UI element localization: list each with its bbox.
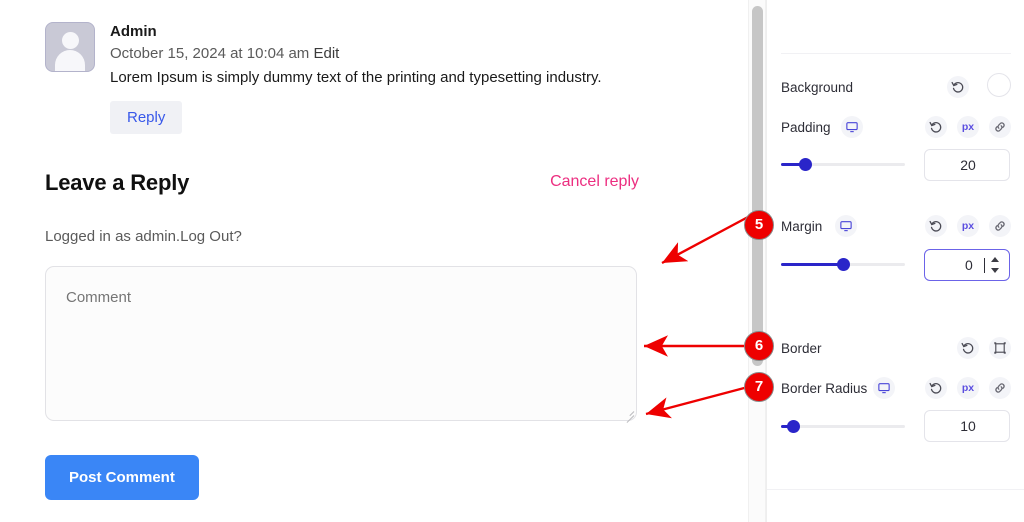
comment-edit-link[interactable]: Edit [313, 45, 339, 62]
background-color-swatch[interactable] [987, 73, 1011, 97]
padding-row: Padding px [767, 116, 1024, 140]
border-radius-unit-button[interactable]: px [957, 377, 979, 399]
panel-divider-top [781, 53, 1011, 54]
padding-slider-thumb[interactable] [799, 158, 813, 171]
margin-reset-icon[interactable] [925, 215, 947, 237]
padding-value-field[interactable]: 20 [924, 149, 1010, 181]
border-label: Border [781, 341, 822, 356]
margin-unit-button[interactable]: px [957, 215, 979, 237]
margin-slider[interactable] [781, 256, 905, 272]
padding-label: Padding [781, 120, 831, 135]
page-scrollbar[interactable] [748, 0, 766, 522]
padding-unit-button[interactable]: px [957, 116, 979, 138]
margin-label: Margin [781, 219, 823, 234]
border-radius-row: Border Radius px [767, 377, 1024, 401]
margin-row: Margin px [767, 215, 1024, 239]
post-comment-button[interactable]: Post Comment [45, 455, 199, 500]
comment-input[interactable] [45, 266, 637, 421]
log-out-link[interactable]: Log Out? [180, 228, 242, 245]
panel-divider-bottom [767, 489, 1024, 490]
border-frame-icon[interactable] [989, 337, 1011, 359]
border-radius-value-field[interactable]: 10 [924, 410, 1010, 442]
padding-link-icon[interactable] [989, 116, 1011, 138]
text-caret [984, 258, 985, 273]
screen: Admin October 15, 2024 at 10:04 am Edit … [0, 0, 1024, 522]
reply-form-title: Leave a Reply [45, 170, 190, 195]
background-label: Background [781, 80, 854, 95]
style-settings-panel: Background Padding px 20 Margin px 0 Bor… [766, 0, 1024, 522]
logged-in-status: Logged in as admin.Log Out? [45, 228, 242, 245]
desktop-icon[interactable] [873, 377, 895, 399]
comment-meta: Admin October 15, 2024 at 10:04 am Edit … [110, 22, 645, 134]
scrollbar-thumb[interactable] [752, 6, 763, 366]
padding-slider[interactable] [781, 156, 905, 172]
background-reset-icon[interactable] [947, 76, 969, 98]
padding-reset-icon[interactable] [925, 116, 947, 138]
comment-author: Admin [110, 23, 157, 40]
border-row: Border [767, 337, 1024, 361]
comment-date-text: October 15, 2024 at 10:04 am [110, 45, 310, 62]
margin-value-field[interactable]: 0 [924, 249, 1010, 281]
padding-value: 20 [960, 157, 976, 173]
reply-button[interactable]: Reply [110, 101, 183, 134]
margin-slider-fill [781, 263, 843, 266]
margin-link-icon[interactable] [989, 215, 1011, 237]
cancel-reply-link[interactable]: Cancel reply [550, 173, 639, 191]
comment-item: Admin October 15, 2024 at 10:04 am Edit … [45, 22, 645, 134]
margin-stepper[interactable] [991, 257, 1000, 273]
border-radius-unit-label: px [961, 382, 975, 394]
avatar-head-shape [61, 32, 79, 49]
post-content-pane: Admin October 15, 2024 at 10:04 am Edit … [0, 0, 748, 522]
desktop-icon[interactable] [841, 116, 863, 138]
reply-form-header: Leave a Reply Cancel reply [45, 170, 645, 200]
border-reset-icon[interactable] [957, 337, 979, 359]
border-radius-link-icon[interactable] [989, 377, 1011, 399]
margin-slider-thumb[interactable] [836, 258, 850, 271]
avatar-body-shape [55, 50, 85, 71]
border-radius-slider-thumb[interactable] [786, 420, 800, 433]
padding-unit-label: px [961, 121, 975, 133]
logged-in-text: Logged in as admin. [45, 228, 181, 245]
comment-body: Lorem Ipsum is simply dummy text of the … [110, 69, 602, 86]
comment-date: October 15, 2024 at 10:04 am Edit [110, 42, 645, 66]
desktop-icon[interactable] [835, 215, 857, 237]
margin-unit-label: px [961, 220, 975, 232]
border-radius-reset-icon[interactable] [925, 377, 947, 399]
border-radius-value: 10 [960, 418, 976, 434]
avatar [45, 22, 95, 72]
border-radius-label: Border Radius [781, 381, 868, 396]
background-row: Background [767, 73, 1024, 100]
border-radius-slider[interactable] [781, 418, 905, 434]
margin-value: 0 [965, 257, 973, 273]
